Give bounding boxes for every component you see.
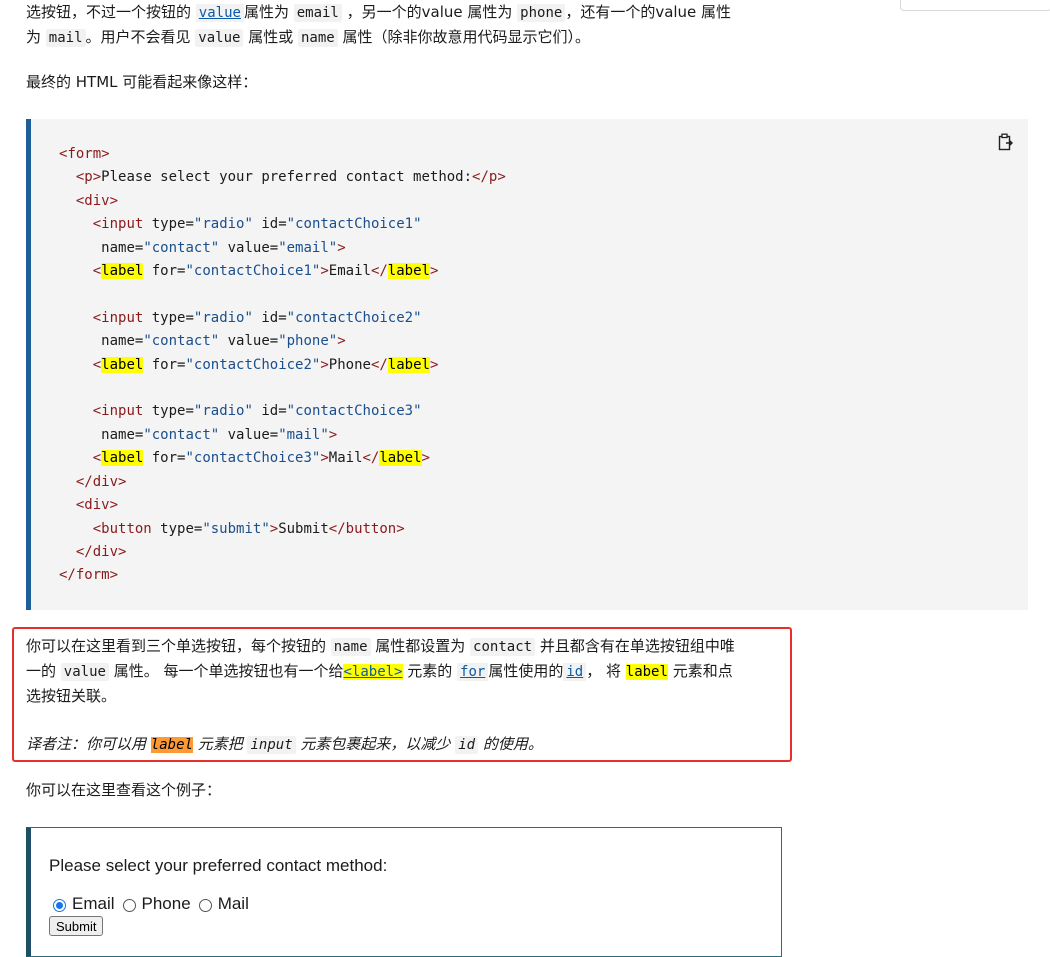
radio-phone[interactable] (122, 898, 136, 912)
text: 为 (26, 28, 46, 46)
id-attribute-link[interactable]: id (563, 663, 587, 681)
code-id: id (455, 736, 479, 754)
radio-email[interactable] (53, 898, 66, 912)
text: 元素的 (402, 662, 458, 680)
text: ，另一个的value 属性为 (341, 3, 518, 21)
for-attribute-link[interactable]: for (457, 663, 489, 681)
text: 选按钮，不过一个按钮的 (26, 3, 196, 21)
code-value: value (195, 29, 244, 47)
text: 选按钮关联。 (26, 687, 117, 705)
text: 并且都含有在单选按钮组中唯 (535, 637, 735, 655)
text: 属性或 (243, 28, 298, 46)
text: 属性为 (243, 3, 294, 21)
value-link[interactable]: value (195, 4, 244, 22)
example-prompt: Please select your preferred contact met… (49, 856, 388, 875)
radio-email-label[interactable]: Email (72, 894, 115, 914)
code-label: label (625, 664, 668, 680)
code-name: name (330, 638, 371, 656)
radio-group: Email Phone Mail (49, 894, 253, 914)
text: 。用户不会看见 (85, 28, 196, 46)
radio-mail-label[interactable]: Mail (218, 894, 249, 914)
code-phone: phone (517, 4, 566, 22)
code-intro-text: 最终的 HTML 可能看起来像这样： (26, 73, 258, 91)
text: 属性（除非你故意用代码显示它们）。 (337, 28, 590, 46)
text: 元素和点 (667, 662, 733, 680)
code-input: input (247, 736, 296, 754)
code-name: name (297, 29, 338, 47)
text: 属性使用的 (488, 662, 564, 680)
code-block: <form> <p>Please select your preferred c… (26, 119, 1028, 610)
floating-panel (900, 0, 1050, 11)
text: ， 将 (586, 662, 626, 680)
text: 你可以在这里看到三个单选按钮，每个按钮的 (26, 637, 331, 655)
code-mail: mail (45, 29, 86, 47)
text: 属性都设置为 (370, 637, 471, 655)
intro-paragraph: 选按钮，不过一个按钮的 value 属性为 email ，另一个的value 属性… (26, 0, 781, 50)
code-label: label (150, 737, 193, 753)
translator-note: 译者注：你可以用 label 元素把 input 元素包裹起来，以减少 id 的… (26, 735, 543, 754)
radio-phone-label[interactable]: Phone (142, 894, 191, 914)
code-value: value (60, 663, 109, 681)
code-contact: contact (470, 638, 536, 656)
submit-button[interactable]: Submit (49, 916, 104, 936)
example-intro-text: 你可以在这里查看这个例子： (26, 781, 222, 799)
text: 属性。 每一个单选按钮也有一个给 (108, 662, 344, 680)
explanation-paragraph: 你可以在这里看到三个单选按钮，每个按钮的 name 属性都设置为 contact… (26, 634, 781, 757)
radio-mail[interactable] (198, 898, 212, 912)
clipboard-copy-icon[interactable] (998, 133, 1014, 155)
code-listing: <form> <p>Please select your preferred c… (59, 146, 506, 584)
text: 一的 (26, 662, 61, 680)
text: ，还有一个的value 属性 (565, 3, 732, 21)
code-email: email (293, 4, 342, 22)
label-element-link[interactable]: <label> (343, 664, 403, 680)
live-example-frame: Please select your preferred contact met… (26, 827, 782, 957)
